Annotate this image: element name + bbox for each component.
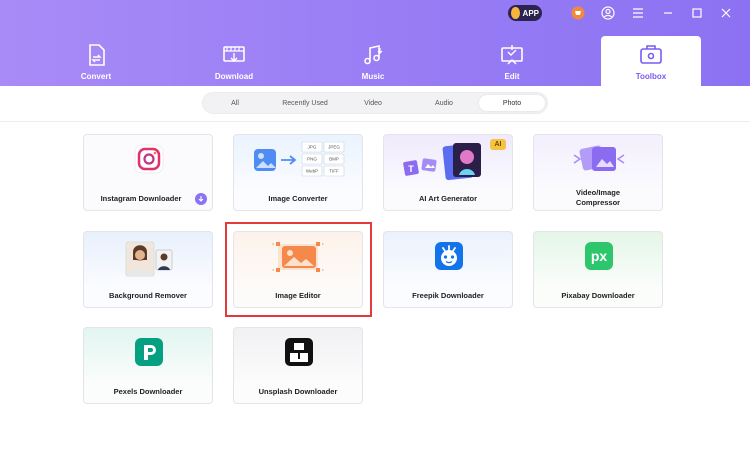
- close-icon[interactable]: [718, 5, 734, 21]
- edit-icon: [499, 42, 525, 68]
- tool-card-video-image-compressor[interactable]: Video/Image Compressor: [533, 134, 663, 211]
- tool-label: Instagram Downloader: [100, 194, 182, 203]
- format-label: JPG: [308, 145, 317, 150]
- tool-card-pexels-downloader[interactable]: Pexels Downloader: [83, 327, 213, 404]
- account-icon[interactable]: [600, 5, 616, 21]
- app-badge-icon: [511, 7, 520, 19]
- tab-toolbox[interactable]: Toolbox: [601, 36, 701, 86]
- tool-card-instagram-downloader[interactable]: Instagram Downloader: [83, 134, 213, 211]
- minimize-icon[interactable]: [660, 5, 676, 21]
- tab-label: Toolbox: [635, 72, 667, 81]
- instagram-icon: [134, 144, 164, 174]
- image-converter-icon: JPG JPEG PNG BMP WebP TIFF: [254, 141, 345, 177]
- tool-label: Video/Image: [575, 188, 621, 197]
- tab-music[interactable]: Music: [323, 36, 423, 86]
- filter-recently-used[interactable]: Recently Used: [265, 95, 345, 111]
- tool-card-background-remover[interactable]: Background Remover: [83, 231, 213, 308]
- tab-label: Convert: [80, 72, 112, 81]
- freepik-icon: [435, 242, 463, 270]
- pixabay-icon: px: [585, 242, 613, 270]
- tab-edit[interactable]: Edit: [462, 36, 562, 86]
- background-remover-icon: [125, 241, 173, 277]
- tab-label: Download: [214, 72, 254, 81]
- tool-card-unsplash-downloader[interactable]: Unsplash Downloader: [233, 327, 363, 404]
- music-icon: [360, 42, 386, 68]
- compressor-icon: [573, 145, 625, 171]
- download-icon: [221, 42, 247, 68]
- unsplash-icon: [285, 338, 313, 366]
- tab-convert[interactable]: Convert: [46, 36, 146, 86]
- filter-pill-group: All Recently Used Video Audio Photo: [202, 92, 548, 114]
- tool-card-pixabay-downloader[interactable]: px Pixabay Downloader: [533, 231, 663, 308]
- format-label: TIFF: [329, 169, 339, 174]
- tool-card-image-converter[interactable]: JPG JPEG PNG BMP WebP TIFF Image Convert…: [233, 134, 363, 211]
- format-label: JPEG: [328, 145, 340, 150]
- tool-card-ai-art-generator[interactable]: T AI AI Art Generator: [383, 134, 513, 211]
- tab-label: Edit: [504, 72, 520, 81]
- tool-label: Freepik Downloader: [412, 291, 484, 300]
- filter-all[interactable]: All: [205, 95, 265, 111]
- format-label: WebP: [306, 169, 318, 174]
- tool-label-line2: Compressor: [575, 198, 621, 207]
- tool-label: Background Remover: [109, 291, 187, 300]
- image-editor-icon: [271, 242, 325, 272]
- toolbox-icon: [638, 42, 664, 68]
- convert-icon: [83, 42, 109, 68]
- tool-label: Image Editor: [275, 291, 321, 300]
- top-header: APP Convert Download Music Edit Toolbox: [0, 0, 750, 86]
- app-badge-label: APP: [522, 8, 539, 18]
- tool-label: Pexels Downloader: [113, 387, 183, 396]
- maximize-icon[interactable]: [689, 5, 705, 21]
- tool-label: Pixabay Downloader: [561, 291, 635, 300]
- ai-badge: AI: [490, 139, 506, 150]
- tool-card-freepik-downloader[interactable]: Freepik Downloader: [383, 231, 513, 308]
- cart-icon[interactable]: [570, 5, 586, 21]
- filter-video[interactable]: Video: [345, 95, 401, 111]
- tab-label: Music: [361, 72, 385, 81]
- menu-icon[interactable]: [630, 5, 646, 21]
- filter-bar: All Recently Used Video Audio Photo: [0, 86, 750, 122]
- tool-grid: Instagram Downloader JPG JPEG PNG BMP We…: [0, 122, 750, 465]
- svg-text:px: px: [591, 248, 608, 264]
- download-badge-icon: [195, 193, 207, 205]
- pexels-icon: [135, 338, 163, 366]
- filter-audio[interactable]: Audio: [411, 95, 477, 111]
- tool-card-image-editor[interactable]: Image Editor: [233, 231, 363, 308]
- app-badge[interactable]: APP: [508, 5, 542, 21]
- tool-label: AI Art Generator: [418, 194, 478, 203]
- tab-download[interactable]: Download: [184, 36, 284, 86]
- svg-text:T: T: [408, 164, 414, 174]
- main-tabs: Convert Download Music Edit Toolbox: [0, 36, 750, 86]
- format-label: PNG: [307, 157, 317, 162]
- tool-label: Unsplash Downloader: [258, 387, 338, 396]
- filter-photo[interactable]: Photo: [479, 95, 545, 111]
- tool-label: Image Converter: [268, 194, 328, 203]
- format-label: BMP: [329, 157, 339, 162]
